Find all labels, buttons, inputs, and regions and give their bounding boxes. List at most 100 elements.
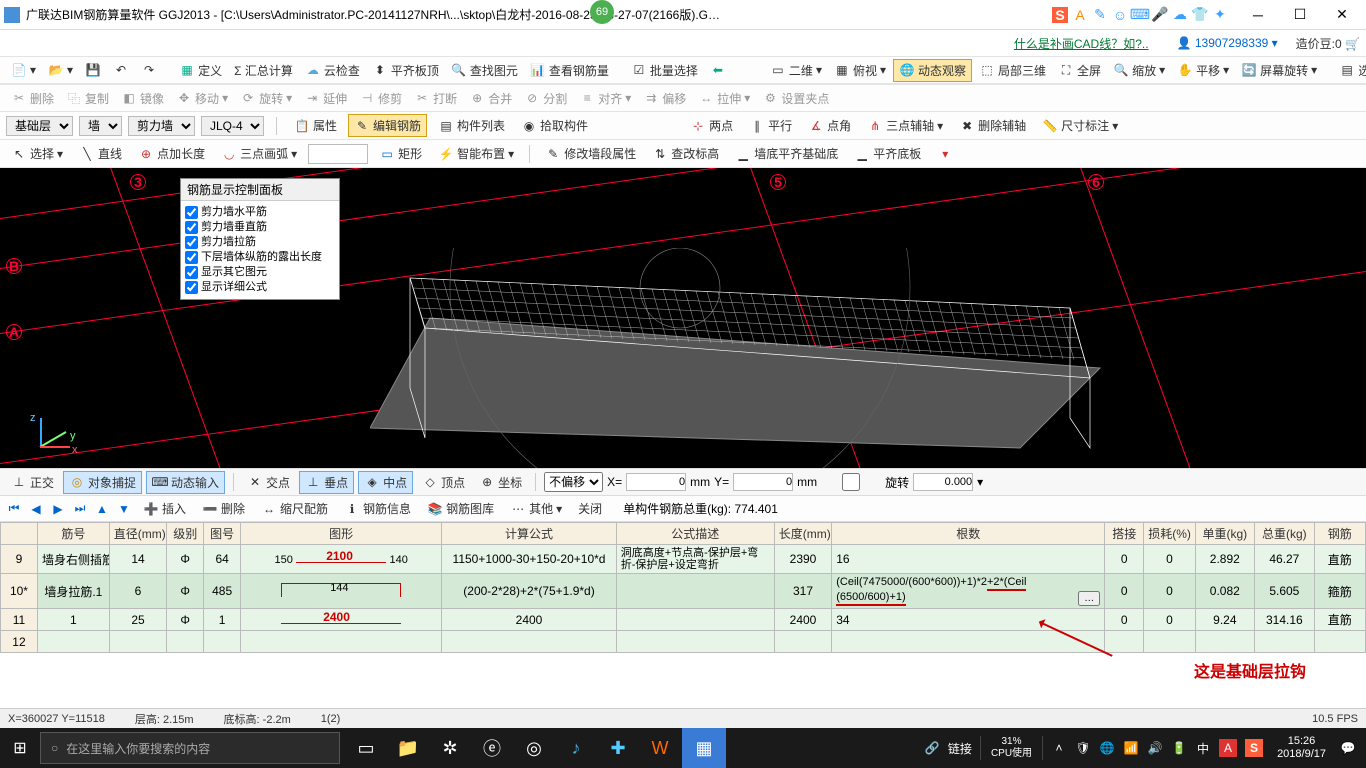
grip-button[interactable]: ⚙设置夹点 xyxy=(757,88,834,109)
rot-input[interactable] xyxy=(913,473,973,491)
table-row[interactable]: 10*墙身拉筋.16Φ485144(200-2*28)+2*(75+1.9*d)… xyxy=(1,574,1366,609)
fullscreen-button[interactable]: ⛶全屏 xyxy=(1053,60,1106,81)
expand-button[interactable]: ▾ xyxy=(932,144,958,164)
snap-perp-button[interactable]: ⊥垂点 xyxy=(299,471,354,494)
tray-A[interactable]: A xyxy=(1219,739,1237,757)
close-button[interactable]: ✕ xyxy=(1322,3,1362,27)
new-button[interactable]: 📄▾ xyxy=(6,60,41,80)
count-edit-button[interactable]: … xyxy=(1078,591,1100,606)
redo-button[interactable]: ↷ xyxy=(136,60,162,80)
select-tool-button[interactable]: ↖选择▾ xyxy=(6,143,68,164)
col-header[interactable]: 总重(kg) xyxy=(1255,523,1315,545)
floor-select[interactable]: 基础层 xyxy=(6,116,73,136)
scale-rebar-button[interactable]: ↔缩尺配筋 xyxy=(256,498,333,519)
tray-up-icon[interactable]: ˄ xyxy=(1051,740,1067,756)
col-header[interactable]: 筋号 xyxy=(37,523,109,545)
move-button[interactable]: ✥移动▾ xyxy=(171,88,233,109)
screen-rotate-button[interactable]: 🔄屏幕旋转▾ xyxy=(1236,60,1322,81)
dyn-input-button[interactable]: ⌨动态输入 xyxy=(146,471,225,494)
chk-formula[interactable]: 显示详细公式 xyxy=(185,280,335,295)
ime-mic-icon[interactable]: 🎤 xyxy=(1152,7,1168,23)
osnap-button[interactable]: ◎对象捕捉 xyxy=(63,471,142,494)
point-angle-button[interactable]: ∡点角 xyxy=(803,115,856,136)
maximize-button[interactable]: ☐ xyxy=(1280,3,1320,27)
chk-horiz[interactable]: 剪力墙水平筋 xyxy=(185,205,335,220)
rebar-display-panel[interactable]: 钢筋显示控制面板 剪力墙水平筋 剪力墙垂直筋 剪力墙拉筋 下层墙体纵筋的露出长度… xyxy=(180,178,340,300)
subtype-select[interactable]: 剪力墙 xyxy=(128,116,195,136)
draw-value-input[interactable] xyxy=(308,144,368,164)
zoom-button[interactable]: 🔍缩放▾ xyxy=(1108,60,1170,81)
break-button[interactable]: ✂打断 xyxy=(409,88,462,109)
nav-last[interactable]: ⏭ xyxy=(72,501,88,517)
tray-batt-icon[interactable]: 🔋 xyxy=(1171,740,1187,756)
orbit-button[interactable]: 🌐动态观察 xyxy=(893,59,972,82)
tray-wifi-icon[interactable]: 📶 xyxy=(1123,740,1139,756)
x-input[interactable] xyxy=(626,473,686,491)
offset-select[interactable]: 不偏移 xyxy=(544,472,603,492)
align-slab-bottom-button[interactable]: ▁平齐底板 xyxy=(849,143,926,164)
col-header[interactable]: 图号 xyxy=(204,523,241,545)
ortho-button[interactable]: ⊥正交 xyxy=(6,472,59,493)
col-header[interactable]: 公式描述 xyxy=(616,523,774,545)
batch-select-button[interactable]: ☑批量选择 xyxy=(626,60,703,81)
3d-viewport[interactable]: 3 5 6 B A z y x 钢筋显示控制面板 xyxy=(0,168,1366,468)
rebar-lib-button[interactable]: 📚钢筋图库 xyxy=(422,498,499,519)
del-axis-button[interactable]: ✖删除辅轴 xyxy=(954,115,1031,136)
app-music-icon[interactable]: ♪ xyxy=(556,728,596,768)
table-row[interactable]: 11125Φ124002400240034009.24314.16直筋 xyxy=(1,609,1366,631)
ime-edit-icon[interactable]: ✎ xyxy=(1092,7,1108,23)
back-button[interactable]: ⬅ xyxy=(705,60,731,80)
trim-button[interactable]: ⊣修剪 xyxy=(354,88,407,109)
nav-first[interactable]: ⏮ xyxy=(6,501,22,517)
delete-button[interactable]: ✂删除 xyxy=(6,88,59,109)
wall-align-base-button[interactable]: ▁墙底平齐基础底 xyxy=(730,143,843,164)
mirror-button[interactable]: ◧镜像 xyxy=(116,88,169,109)
col-header[interactable]: 根数 xyxy=(832,523,1105,545)
offset-button[interactable]: ⇉偏移 xyxy=(638,88,691,109)
category-select[interactable]: 墙 xyxy=(79,116,122,136)
tray-link[interactable]: 🔗 xyxy=(924,740,940,756)
ime-skin-icon[interactable]: 👕 xyxy=(1192,7,1208,23)
nav-up[interactable]: ▲ xyxy=(94,501,110,517)
tray-shield-icon[interactable]: 🛡 xyxy=(1075,740,1091,756)
col-header[interactable]: 级别 xyxy=(167,523,204,545)
undo-button[interactable]: ↶ xyxy=(108,60,134,80)
define-button[interactable]: ▦定义 xyxy=(174,60,227,81)
dimension-button[interactable]: 📏尺寸标注▾ xyxy=(1037,115,1123,136)
chk-vert[interactable]: 剪力墙垂直筋 xyxy=(185,220,335,235)
col-header[interactable]: 钢筋 xyxy=(1314,523,1365,545)
app-browser-icon[interactable]: ◎ xyxy=(514,728,554,768)
chk-other[interactable]: 显示其它图元 xyxy=(185,265,335,280)
snap-mid-button[interactable]: ◈中点 xyxy=(358,471,413,494)
user-account[interactable]: 👤 13907298339 ▾ xyxy=(1177,36,1278,50)
smart-layout-button[interactable]: ⚡智能布置▾ xyxy=(433,143,519,164)
tray-notif-icon[interactable]: 💬 xyxy=(1340,740,1356,756)
edit-wall-attr-button[interactable]: ✎修改墙段属性 xyxy=(540,143,641,164)
component-select[interactable]: JLQ-4 xyxy=(201,116,264,136)
point-length-button[interactable]: ⊕点加长度 xyxy=(133,143,210,164)
tray-globe-icon[interactable]: 🌐 xyxy=(1099,740,1115,756)
tray-lang[interactable]: 中 xyxy=(1195,740,1211,756)
align-button[interactable]: ≡对齐▾ xyxy=(574,88,636,109)
stretch-button[interactable]: ↔拉伸▾ xyxy=(693,88,755,109)
col-header[interactable]: 搭接 xyxy=(1105,523,1144,545)
snap-coord-button[interactable]: ⊕坐标 xyxy=(474,472,527,493)
tray-clock[interactable]: 15:262018/9/17 xyxy=(1271,735,1332,761)
tray-sogou-icon[interactable]: S xyxy=(1245,739,1263,757)
props-button[interactable]: 📋属性 xyxy=(289,115,342,136)
align-slab-button[interactable]: ⬍平齐板顶 xyxy=(367,60,444,81)
line-tool-button[interactable]: ╲直线 xyxy=(74,143,127,164)
two-point-button[interactable]: ⊹两点 xyxy=(685,115,738,136)
sum-calc-button[interactable]: Σ 汇总计算 xyxy=(229,60,298,81)
rebar-table[interactable]: 筋号直径(mm)级别图号图形计算公式公式描述长度(mm)根数搭接损耗(%)单重(… xyxy=(0,522,1366,682)
col-header[interactable]: 直径(mm) xyxy=(109,523,166,545)
nav-down[interactable]: ▼ xyxy=(116,501,132,517)
ime-kb-icon[interactable]: ⌨ xyxy=(1132,7,1148,23)
check-elev-button[interactable]: ⇅查改标高 xyxy=(647,143,724,164)
copy-button[interactable]: ⿻复制 xyxy=(61,88,114,109)
edit-rebar-button[interactable]: ✎编辑钢筋 xyxy=(348,114,427,137)
top-view-button[interactable]: ▦俯视▾ xyxy=(829,60,891,81)
cpu-meter[interactable]: 31%CPU使用 xyxy=(980,736,1043,760)
app-ggj-icon[interactable]: ▦ xyxy=(682,728,726,768)
pan-button[interactable]: ✋平移▾ xyxy=(1172,60,1234,81)
